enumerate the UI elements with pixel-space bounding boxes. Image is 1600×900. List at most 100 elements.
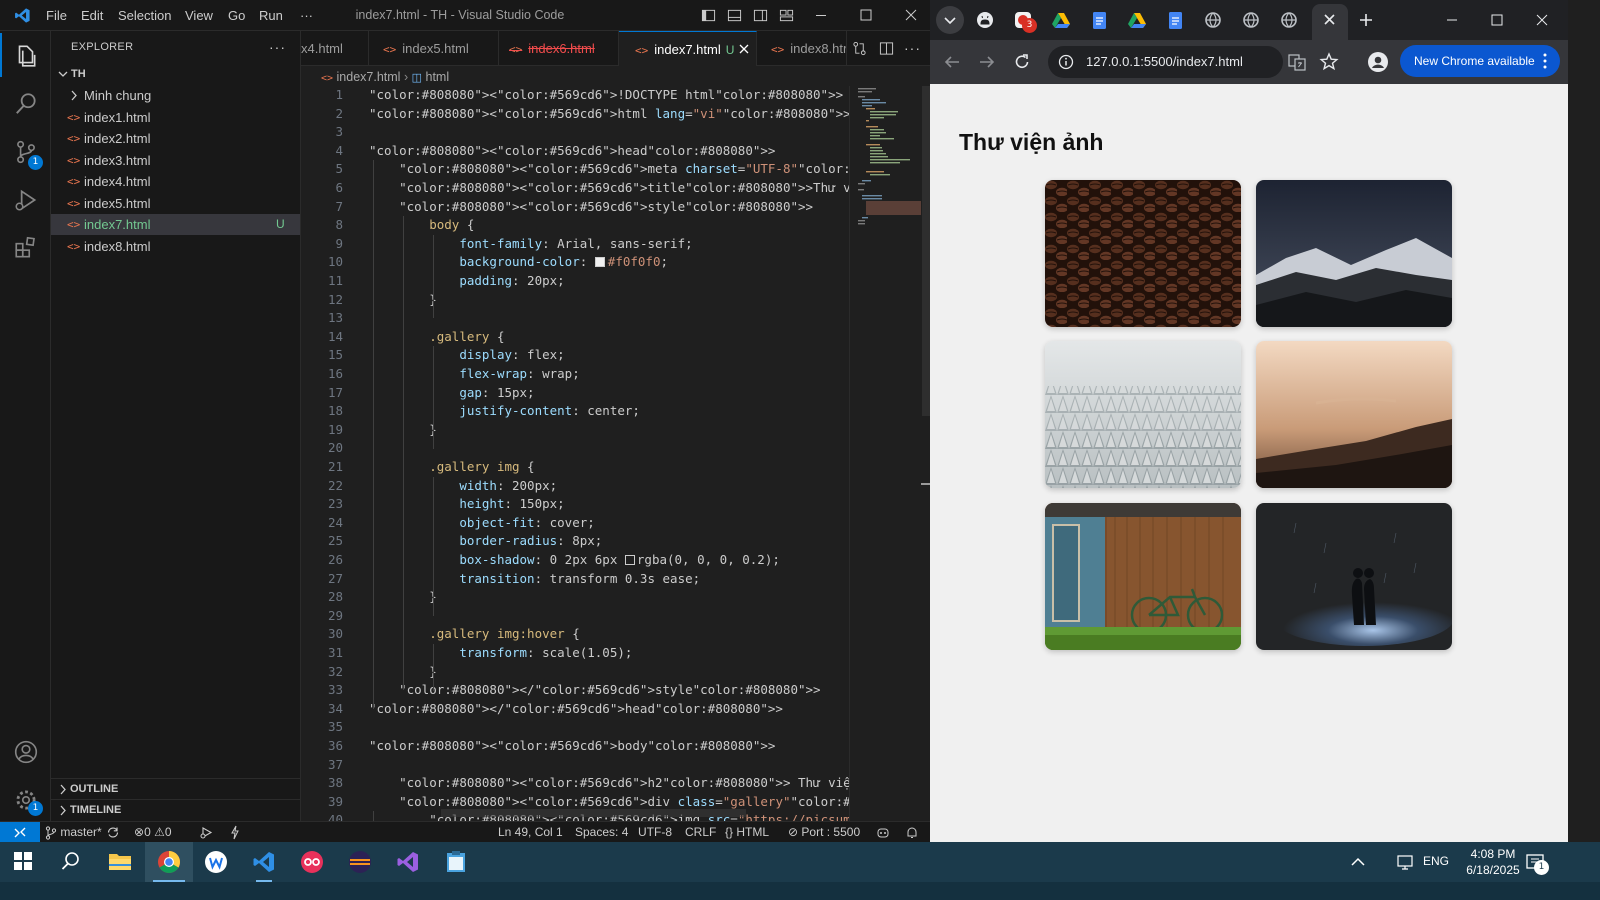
tab-index8[interactable]: <> index8.htr [757,31,847,66]
misty-hills-photo[interactable] [1256,341,1452,488]
timeline-section[interactable]: TIMELINE [51,799,300,820]
snowy-forest-photo[interactable] [1045,341,1241,488]
explorer-icon[interactable] [0,31,51,79]
maximize-icon[interactable] [1485,8,1509,32]
input-language[interactable]: ENG [1423,854,1449,868]
eclipse-icon[interactable] [336,842,384,882]
file-index8[interactable]: <> index8.html [51,236,300,257]
bookmark-star-icon[interactable] [1318,50,1340,74]
tab-index4[interactable]: x4.html [301,31,369,66]
profile-avatar-icon[interactable] [1366,50,1390,74]
file-index7[interactable]: <> index7.html U [51,214,300,235]
menu-view[interactable]: View [185,0,213,31]
remote-indicator-icon[interactable] [0,822,40,843]
tab-index7[interactable]: <> index7.html U [619,31,757,66]
github-icon[interactable] [972,8,998,32]
menu-file[interactable]: File [46,0,67,31]
google-drive-icon[interactable] [1048,8,1074,32]
tab-index6[interactable]: <> index6.html [499,31,619,66]
minimize-icon[interactable] [806,0,836,31]
run-debug-icon[interactable] [0,175,51,223]
maximize-icon[interactable] [851,0,881,31]
close-icon[interactable] [1530,8,1554,32]
file-index5[interactable]: <> index5.html [51,193,300,214]
code-editor[interactable]: 1 "color:#808080"><"color:#569cd6">!DOCTY… [301,86,849,821]
settings-gear-icon[interactable]: 1 [0,775,51,823]
barn-bicycle-photo[interactable] [1045,503,1241,650]
app-w-icon[interactable] [192,842,240,882]
more-vert-icon[interactable] [1540,45,1550,77]
notepad-icon[interactable] [432,842,480,882]
toggle-panel-icon[interactable] [727,8,742,23]
encoding[interactable]: UTF-8 [638,822,672,843]
scrollbar-thumb[interactable] [922,86,930,416]
address-bar[interactable]: 127.0.0.1:5500/index7.html [1048,46,1283,78]
source-control-icon[interactable]: 1 [0,127,51,175]
back-icon[interactable] [940,50,964,74]
menu-go[interactable]: Go [228,0,245,31]
vertical-scrollbar[interactable] [921,86,930,821]
action-center-icon[interactable]: 1 [1524,851,1549,875]
menu-selection[interactable]: Selection [118,0,171,31]
file-index4[interactable]: <> index4.html [51,171,300,192]
visual-studio-icon[interactable] [384,842,432,882]
toggle-secondary-sidebar-icon[interactable] [753,8,768,23]
copilot-icon[interactable] [876,822,890,843]
language-mode[interactable]: {} HTML [725,822,769,843]
editor-more-icon[interactable]: ··· [904,40,921,56]
compare-changes-icon[interactable] [852,41,867,56]
site-info-icon[interactable] [1058,54,1074,70]
new-tab-icon[interactable] [1354,8,1378,32]
customize-layout-icon[interactable] [779,8,794,23]
tab-close-icon[interactable] [738,32,750,66]
account-icon[interactable] [0,727,51,775]
coffee-beans-photo[interactable] [1045,180,1241,327]
cursor-position[interactable]: Ln 49, Col 1 [498,822,563,843]
forward-icon[interactable] [975,50,999,74]
globe-icon[interactable] [1200,8,1226,32]
menu-edit[interactable]: Edit [81,0,103,31]
lightning-icon[interactable] [230,822,240,843]
tray-expand-icon[interactable] [1348,852,1368,872]
file-index2[interactable]: <> index2.html [51,128,300,149]
line-ending[interactable]: CRLF [685,822,716,843]
outline-section[interactable]: OUTLINE [51,778,300,799]
network-icon[interactable] [1395,852,1417,872]
chrome-taskbar-icon[interactable] [145,842,193,882]
active-tab[interactable] [1312,4,1348,40]
couple-rain-photo[interactable] [1256,503,1452,650]
breadcrumb-node[interactable]: html [426,70,450,84]
debug-launch-icon[interactable] [199,822,213,843]
live-server-port[interactable]: ⊘ Port : 5500 [788,822,860,843]
tab-index5[interactable]: <> index5.html [369,31,499,66]
split-editor-icon[interactable] [879,41,894,56]
close-icon[interactable] [896,0,926,31]
horizontal-scrollbar[interactable] [441,809,746,818]
problems-status[interactable]: ⊗0 ⚠0 [134,822,172,843]
sync-icon[interactable] [106,822,120,843]
windows-start-icon[interactable] [0,842,48,882]
branch-status[interactable]: master* [45,822,102,843]
menu-run[interactable]: Run [259,0,283,31]
breadcrumb-file[interactable]: index7.html [337,70,401,84]
app-oo-icon[interactable] [288,842,336,882]
mountain-photo[interactable] [1256,180,1452,327]
toggle-sidebar-icon[interactable] [701,8,716,23]
google-docs-icon[interactable] [1086,8,1112,32]
translate-icon[interactable] [1286,50,1308,74]
menu-more[interactable]: ··· [300,0,313,31]
new-chrome-available-button[interactable]: New Chrome available [1400,45,1560,77]
globe-icon[interactable] [1238,8,1264,32]
reload-icon[interactable] [1010,50,1034,74]
google-drive-icon[interactable] [1124,8,1150,32]
app-tab-icon[interactable]: 3 [1010,8,1037,33]
folder-minh-chung[interactable]: Minh chung [51,85,300,106]
google-docs-icon[interactable] [1162,8,1188,32]
globe-icon[interactable] [1276,8,1302,32]
minimize-icon[interactable] [1440,8,1464,32]
file-index1[interactable]: <> index1.html [51,107,300,128]
tab-search-button[interactable] [936,6,964,34]
minimap[interactable] [849,86,922,821]
search-icon[interactable] [0,79,51,127]
folder-th[interactable]: TH [51,64,300,85]
